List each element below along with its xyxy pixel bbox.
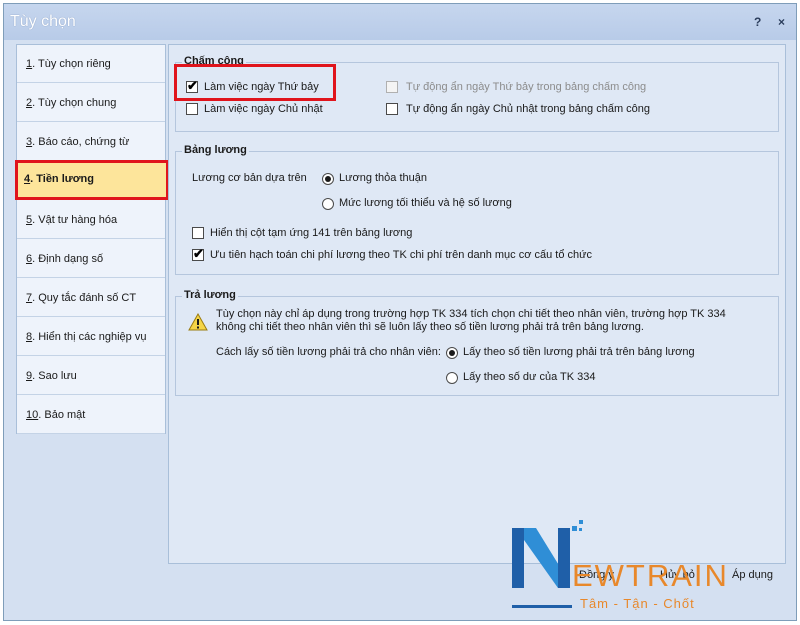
tra-luong-group: Trả lương Tùy chọn này chỉ áp dụng trong… — [175, 289, 779, 396]
lam-viec-chu-nhat-label: Làm việc ngày Chủ nhật — [204, 103, 323, 115]
tu-dong-an-chu-nhat-checkbox[interactable] — [386, 103, 398, 115]
luong-co-ban-label: Lương cơ bản dựa trên — [192, 172, 307, 184]
muc-luong-toi-thieu-radio[interactable] — [322, 198, 334, 210]
tu-dong-an-thu-bay-label: Tự động ẩn ngày Thứ bảy trong bảng chấm … — [406, 81, 647, 93]
tu-dong-an-thu-bay-checkbox[interactable] — [386, 81, 398, 93]
dialog-body: 1. Tùy chọn riêng 2. Tùy chọn chung 3. B… — [14, 44, 789, 598]
nav-item-dinh-dang-so[interactable]: 6. Định dạng số — [17, 240, 165, 278]
newtrain-logo: EWTRAIN Tâm - Tận - Chốt — [510, 518, 794, 618]
luong-thoa-thuan-radio[interactable] — [322, 173, 334, 185]
nav-item-tien-luong[interactable]: 4. Tiền lương — [15, 160, 169, 200]
close-button[interactable]: × — [778, 15, 785, 29]
uu-tien-hach-toan-label: Ưu tiên hạch toán chi phí lương theo TK … — [210, 249, 593, 261]
nav-item-tuy-chon-chung[interactable]: 2. Tùy chọn chung — [17, 84, 165, 122]
muc-luong-toi-thieu-label: Mức lương tối thiểu và hệ số lương — [339, 197, 512, 209]
lay-theo-bang-luong-label: Lấy theo số tiền lương phải trả trên bản… — [463, 346, 695, 358]
tu-dong-an-chu-nhat-label: Tự động ẩn ngày Chủ nhật trong bảng chấm… — [406, 103, 651, 115]
nav-item-tuy-chon-rieng[interactable]: 1. Tùy chọn riêng — [17, 45, 165, 83]
annotation-highlight-box — [174, 64, 336, 101]
nav-item-sao-luu[interactable]: 9. Sao lưu — [17, 357, 165, 395]
logo-tagline: Tâm - Tận - Chốt — [580, 596, 695, 611]
lay-theo-so-du-label: Lấy theo số dư của TK 334 — [463, 371, 596, 383]
dialog-title: Tùy chọn — [10, 13, 76, 30]
help-button[interactable]: ? — [754, 15, 761, 29]
hien-thi-tam-ung-label: Hiển thị cột tạm ứng 141 trên bảng lương — [210, 227, 413, 239]
nav-item-bao-mat[interactable]: 10. Bảo mật — [17, 396, 165, 434]
nav-item-quy-tac-danh-so[interactable]: 7. Quy tắc đánh số CT — [17, 279, 165, 317]
nav-item-vat-tu-hang-hoa[interactable]: 5. Vật tư hàng hóa — [17, 201, 165, 239]
tra-luong-note-line1: Tùy chọn này chỉ áp dụng trong trường hợ… — [216, 308, 726, 320]
nav-item-hien-thi-nghiep-vu[interactable]: 8. Hiển thị các nghiệp vụ — [17, 318, 165, 356]
cach-lay-label: Cách lấy số tiền lương phải trả cho nhân… — [216, 346, 441, 358]
luong-thoa-thuan-label: Lương thỏa thuận — [339, 172, 427, 184]
lay-theo-bang-luong-radio[interactable] — [446, 347, 458, 359]
logo-brand-text: EWTRAIN — [572, 558, 729, 593]
warning-icon — [188, 313, 208, 331]
nav-item-bao-cao-chung-tu[interactable]: 3. Báo cáo, chứng từ — [17, 123, 165, 161]
hien-thi-tam-ung-checkbox[interactable] — [192, 227, 204, 239]
options-content: Chấm công ✔ Làm việc ngày Thứ bảy Làm vi… — [168, 44, 786, 564]
bang-luong-title: Bảng lương — [182, 144, 249, 156]
title-bar: Tùy chọn ? × — [4, 4, 796, 40]
lam-viec-chu-nhat-checkbox[interactable] — [186, 103, 198, 115]
check-icon: ✔ — [193, 246, 204, 261]
tra-luong-title: Trả lương — [182, 289, 238, 301]
bang-luong-group: Bảng lương Lương cơ bản dựa trên Lương t… — [175, 144, 779, 275]
tra-luong-note-line2: không chi tiết theo nhân viên thì sẽ luô… — [216, 321, 644, 333]
lay-theo-so-du-radio[interactable] — [446, 372, 458, 384]
uu-tien-hach-toan-checkbox[interactable]: ✔ — [192, 246, 204, 261]
options-nav: 1. Tùy chọn riêng 2. Tùy chọn chung 3. B… — [15, 44, 169, 434]
